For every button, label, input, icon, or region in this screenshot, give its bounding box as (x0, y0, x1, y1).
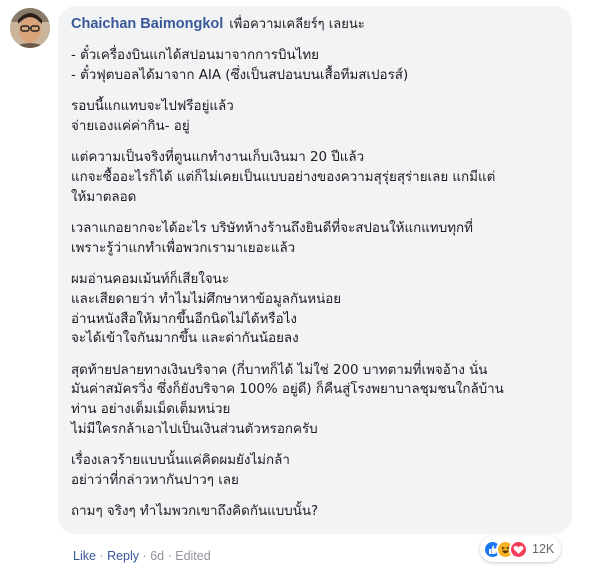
author-name[interactable]: Chaichan Baimongkol (71, 16, 223, 32)
comment-paragraph: ถามๆ จริงๆ ทำไมพวกเขาถึงคิดกันแบบนั้น? (71, 502, 560, 522)
comment-line: ถามๆ จริงๆ ทำไมพวกเขาถึงคิดกันแบบนั้น? (71, 504, 319, 520)
edited-label[interactable]: Edited (175, 549, 210, 563)
comment-line: เพราะรู้ว่าแกทำเพื่อพวกเรามาเยอะแล้ว (71, 240, 296, 256)
like-button[interactable]: Like (73, 549, 96, 563)
comment-line: แต่ความเป็นจริงที่ตูนแกทำงานเก็บเงินมา 2… (71, 150, 365, 166)
comment-paragraph: รอบนี้แกแทบจะไปฟรีอยู่แล้ว จ่ายเองแค่ค่า… (71, 97, 560, 136)
comment-line: รอบนี้แกแทบจะไปฟรีอยู่แล้ว (71, 99, 234, 115)
comment-header: Chaichan Baimongkol เพื่อความเคลียร์ๆ เลย… (71, 15, 560, 34)
comment-line: มันค่าสมัครวิ่ง ซึ่งก็ยังบริจาค 100% อยู… (71, 382, 504, 398)
reply-button[interactable]: Reply (107, 549, 139, 563)
comment-line: อย่าว่าที่กล่าวหากันปาวๆ เลย (71, 472, 239, 488)
reaction-count: 12K (532, 542, 555, 556)
comment-paragraph: - ตั๋วเครื่องบินแกได้สปอนมาจากการบินไทย … (71, 46, 560, 85)
comment-paragraph: แต่ความเป็นจริงที่ตูนแกทำงานเก็บเงินมา 2… (71, 148, 560, 207)
action-separator: · (142, 549, 147, 563)
reactions-summary[interactable]: 12K (480, 536, 562, 562)
action-separator: · (167, 549, 172, 563)
reaction-icons (483, 539, 528, 559)
comment-timestamp[interactable]: 6d (150, 549, 164, 563)
comment-bubble: Chaichan Baimongkol เพื่อความเคลียร์ๆ เลย… (58, 6, 572, 534)
comment-line: ผมอ่านคอมเม้นท์ก็เสียใจนะ (71, 272, 230, 288)
author-avatar[interactable] (10, 8, 50, 48)
comment-line: และเสียดายว่า ทำไมไม่ศึกษาหาข้อมูลกันหน่… (71, 291, 342, 307)
comment-paragraph: เวลาแกอยากจะได้อะไร บริษัทห้างร้านถึงยิน… (71, 219, 560, 258)
comment-paragraph: เรื่องเลวร้ายแบบนั้นแค่คิดผมยังไม่กล้า อ… (71, 451, 560, 490)
love-icon (509, 539, 528, 559)
comment-lead-text: เพื่อความเคลียร์ๆ เลยนะ (229, 17, 365, 32)
comment-line: จ่ายเองแค่ค่ากิน- อยู่ (71, 118, 190, 134)
comment-line: - ตั๋วฟุตบอลได้มาจาก AIA (ซึ่งเป็นสปอนบน… (71, 67, 409, 83)
comment-line: เวลาแกอยากจะได้อะไร บริษัทห้างร้านถึงยิน… (71, 221, 473, 237)
comment-line: ให้มาตลอด (71, 189, 137, 205)
comment-paragraph: สุดท้ายปลายทางเงินบริจาค (กี่บาทก็ได้ ไม… (71, 361, 560, 439)
avatar-photo (10, 8, 50, 48)
comment-line: เรื่องเลวร้ายแบบนั้นแค่คิดผมยังไม่กล้า (71, 453, 290, 469)
comment-line: - ตั๋วเครื่องบินแกได้สปอนมาจากการบินไทย (71, 48, 320, 63)
comment-line: แกจะซื้ออะไรก็ได้ แต่ก็ไม่เคยเป็นแบบอย่า… (71, 169, 496, 185)
comment-line: ท่าน อย่างเต็มเม็ดเต็มหน่วย (71, 401, 231, 417)
comment-line: จะได้เข้าใจกันมากขึ้น และด่ากันน้อยลง (71, 331, 299, 347)
comment-line: อ่านหนังสือให้มากขึ้นอีกนิดไม่ได้หรือไง (71, 311, 297, 327)
comment-paragraph: ผมอ่านคอมเม้นท์ก็เสียใจนะ และเสียดายว่า … (71, 270, 560, 348)
comment-line: ไม่มีใครกล้าเอาไปเป็นเงินส่วนตัวหรอกครับ (71, 421, 318, 437)
action-separator: · (99, 549, 104, 563)
comment-actions: Like · Reply · 6d · Edited (73, 549, 211, 563)
comment-line: สุดท้ายปลายทางเงินบริจาค (กี่บาทก็ได้ ไม… (71, 362, 488, 378)
